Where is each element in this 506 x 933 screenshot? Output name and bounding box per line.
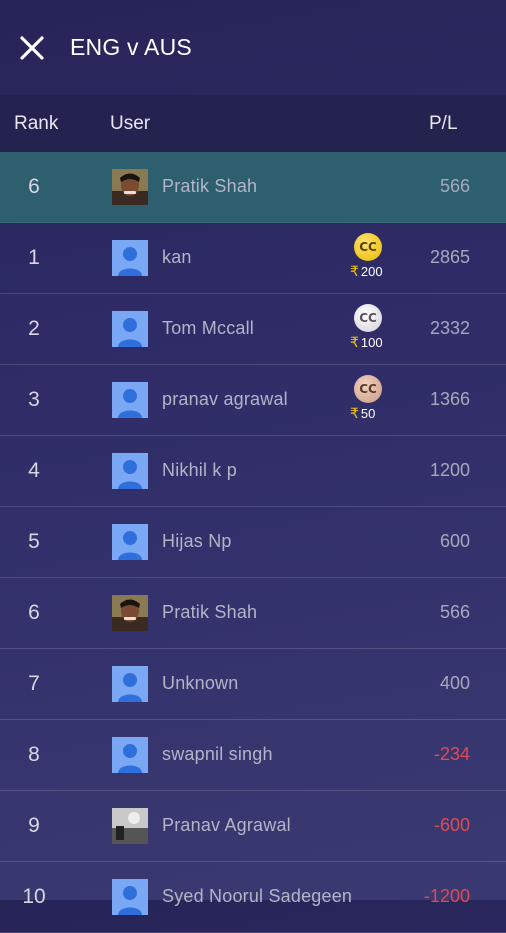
leaderboard-row[interactable]: 8 swapnil singh -234	[0, 720, 506, 791]
coin-icon: CC	[354, 304, 382, 332]
pl-value: 566	[439, 602, 470, 622]
user-name: swapnil singh	[162, 744, 273, 764]
pl-value: 566	[439, 176, 470, 196]
coin-icon: CC	[354, 233, 382, 261]
avatar	[112, 169, 148, 205]
leaderboard-row[interactable]: 9 Pranav Agrawal -600	[0, 791, 506, 862]
user-name: kan	[162, 247, 192, 267]
leaderboard-row[interactable]: 6 Pratik Shah 566	[0, 578, 506, 649]
user-name: Hijas Np	[162, 531, 232, 551]
rupee-icon: ₹	[350, 263, 359, 279]
prize-amount: ₹50	[350, 405, 375, 422]
rank-value: 4	[28, 459, 40, 482]
avatar	[112, 808, 148, 844]
default-avatar-icon	[112, 453, 148, 489]
pl-value: 400	[439, 673, 470, 693]
leaderboard-row[interactable]: 10 Syed Noorul Sadegeen -1200	[0, 862, 506, 933]
default-avatar-icon	[112, 666, 148, 702]
user-name: pranav agrawal	[162, 389, 288, 409]
rank-value: 1	[28, 246, 40, 269]
rank-value: 9	[28, 814, 40, 837]
avatar	[112, 595, 148, 631]
leaderboard-header: Rank User P/L	[0, 95, 506, 152]
leaderboard-row[interactable]: 3 pranav agrawal CC ₹50 1366	[0, 365, 506, 436]
user-name: Pratik Shah	[162, 602, 258, 622]
default-avatar-icon	[112, 879, 148, 915]
user-column-header: User	[110, 113, 151, 134]
prize-badge: CC ₹200	[350, 233, 390, 283]
pl-value: 1200	[429, 460, 470, 480]
rank-value: 7	[28, 672, 40, 695]
leaderboard-row[interactable]: 2 Tom Mccall CC ₹100 2332	[0, 294, 506, 365]
close-icon[interactable]	[14, 30, 50, 66]
prize-value: 100	[360, 335, 383, 350]
pl-value: 600	[439, 531, 470, 551]
rank-value: 5	[28, 530, 40, 553]
pl-value: 2332	[429, 318, 470, 338]
default-avatar-icon	[112, 311, 148, 347]
prize-badge: CC ₹50	[350, 375, 390, 425]
leaderboard-list[interactable]: 6 Pratik Shah 566 1 kan CC ₹200 2865 2 Tom Mccall…	[0, 152, 506, 933]
default-avatar-icon	[112, 240, 148, 276]
pl-value: -234	[433, 744, 470, 764]
current-user-row[interactable]: 6 Pratik Shah 566	[0, 152, 506, 223]
user-name: Tom Mccall	[162, 318, 255, 338]
prize-badge: CC ₹100	[350, 304, 390, 354]
rank-value: 8	[28, 743, 40, 766]
user-name: Syed Noorul Sadegeen	[162, 886, 353, 906]
rank-value: 10	[22, 885, 46, 908]
rupee-icon: ₹	[350, 405, 359, 421]
rupee-icon: ₹	[350, 334, 359, 350]
default-avatar-icon	[112, 382, 148, 418]
leaderboard-row[interactable]: 1 kan CC ₹200 2865	[0, 223, 506, 294]
prize-value: 50	[360, 406, 376, 421]
pl-column-header: P/L	[429, 113, 458, 134]
leaderboard-row[interactable]: 7 Unknown 400	[0, 649, 506, 720]
leaderboard-row[interactable]: 5 Hijas Np 600	[0, 507, 506, 578]
prize-amount: ₹200	[350, 263, 383, 280]
top-bar: ENG v AUS	[0, 0, 506, 95]
leaderboard-row[interactable]: 4 Nikhil k p 1200	[0, 436, 506, 507]
rank-column-header: Rank	[14, 113, 59, 134]
rank-value: 6	[28, 601, 40, 624]
default-avatar-icon	[112, 524, 148, 560]
rank-value: 2	[28, 317, 40, 340]
user-name: Unknown	[162, 673, 239, 693]
default-avatar-icon	[112, 737, 148, 773]
pl-value: 1366	[429, 389, 470, 409]
pl-value: -1200	[423, 886, 470, 906]
page-title: ENG v AUS	[70, 34, 192, 60]
rank-value: 3	[28, 388, 40, 411]
user-name: Pranav Agrawal	[162, 815, 291, 835]
rank-value: 6	[28, 175, 40, 198]
prize-value: 200	[360, 264, 383, 279]
pl-value: -600	[433, 815, 470, 835]
pl-value: 2865	[429, 247, 470, 267]
user-name: Pratik Shah	[162, 176, 258, 196]
prize-amount: ₹100	[350, 334, 383, 351]
user-name: Nikhil k p	[162, 460, 238, 480]
coin-icon: CC	[354, 375, 382, 403]
